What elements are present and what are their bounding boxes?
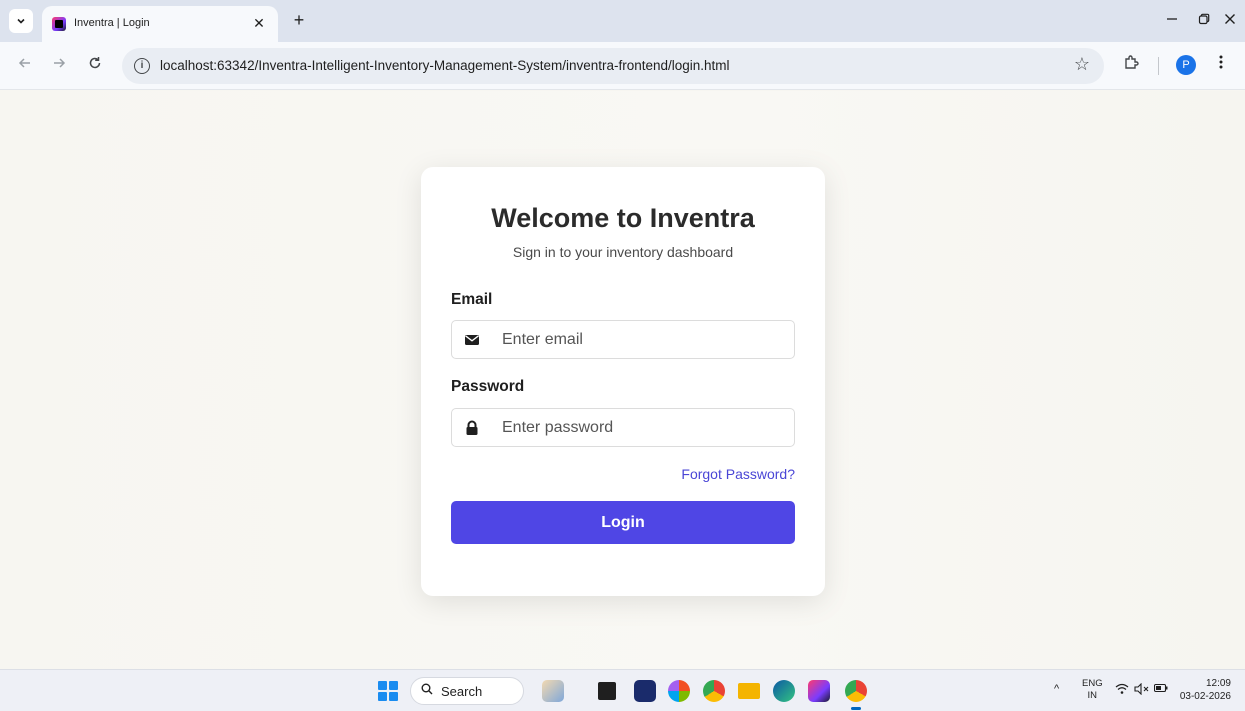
email-label: Email	[451, 291, 493, 308]
taskbar-task-view-icon[interactable]	[598, 682, 616, 700]
forgot-password-link[interactable]: Forgot Password?	[681, 466, 795, 482]
windows-logo-icon	[378, 681, 387, 690]
tab-close-button[interactable]: ✕	[250, 14, 268, 32]
lock-icon	[466, 420, 478, 435]
reload-button[interactable]	[84, 55, 106, 77]
restore-icon	[1198, 13, 1210, 25]
bookmark-star-icon[interactable]: ☆	[1074, 54, 1090, 75]
site-info-icon[interactable]: i	[134, 58, 150, 74]
browser-tab-strip: Inventra | Login ✕ +	[0, 0, 1245, 42]
battery-icon[interactable]	[1153, 683, 1168, 696]
email-field-group	[451, 320, 795, 359]
taskbar-store-icon[interactable]	[634, 680, 656, 702]
tray-time: 12:09	[1205, 678, 1231, 689]
envelope-icon	[465, 335, 479, 345]
minimize-window-button[interactable]	[1161, 10, 1183, 32]
more-vertical-icon	[1219, 55, 1223, 69]
chevron-down-icon	[17, 18, 25, 24]
restore-window-button[interactable]	[1193, 10, 1215, 32]
reload-icon	[89, 57, 101, 69]
tab-search-button[interactable]	[9, 9, 33, 33]
tray-language-code: ENG	[1082, 678, 1103, 689]
taskbar-search-label: Search	[441, 684, 483, 699]
taskbar-widgets-icon[interactable]	[542, 680, 564, 702]
close-window-button[interactable]	[1219, 10, 1241, 32]
login-card: Welcome to Inventra Sign in to your inve…	[421, 167, 825, 596]
extensions-button[interactable]	[1120, 54, 1142, 76]
taskbar-edge-icon[interactable]	[773, 680, 795, 702]
app-favicon-icon	[52, 17, 66, 31]
tray-overflow-chevron-icon[interactable]: ^	[1054, 683, 1059, 695]
taskbar-ide-icon[interactable]	[808, 680, 830, 702]
taskbar-file-explorer-icon[interactable]	[738, 683, 760, 699]
tray-clock[interactable]: 12:09 03-02-2026	[1176, 677, 1231, 703]
minimize-icon	[1167, 18, 1177, 20]
address-bar-url[interactable]: localhost:63342/Inventra-Intelligent-Inv…	[160, 58, 730, 73]
arrow-right-icon	[54, 58, 66, 68]
taskbar-copilot-icon[interactable]	[668, 680, 690, 702]
tab-title: Inventra | Login	[74, 17, 150, 29]
taskbar-search[interactable]: Search	[410, 677, 524, 705]
wifi-icon[interactable]	[1115, 683, 1129, 698]
browser-menu-button[interactable]	[1210, 54, 1232, 76]
new-tab-button[interactable]: +	[288, 9, 310, 31]
taskbar-chrome-active-icon[interactable]	[845, 680, 867, 710]
profile-avatar[interactable]: P	[1176, 55, 1196, 75]
windows-taskbar: Search ^ ENG IN 12:09 03-02-2026	[0, 669, 1245, 711]
tray-language[interactable]: ENG IN	[1082, 678, 1103, 702]
password-input[interactable]	[502, 409, 788, 446]
email-input[interactable]	[502, 321, 788, 358]
tray-language-region: IN	[1087, 690, 1098, 701]
login-title: Welcome to Inventra	[491, 203, 755, 233]
login-subtitle: Sign in to your inventory dashboard	[512, 244, 734, 260]
tray-date: 03-02-2026	[1179, 691, 1231, 702]
page-background: Welcome to Inventra Sign in to your inve…	[0, 91, 1245, 669]
back-button[interactable]	[14, 55, 36, 77]
password-field-group	[451, 408, 795, 447]
password-label: Password	[451, 378, 525, 395]
taskbar-chrome-icon[interactable]	[703, 680, 725, 702]
search-icon	[421, 683, 433, 698]
browser-tab-active[interactable]: Inventra | Login ✕	[42, 6, 278, 42]
arrow-left-icon	[18, 58, 30, 68]
forward-button[interactable]	[48, 55, 70, 77]
toolbar-separator	[1158, 57, 1159, 75]
start-button[interactable]	[378, 681, 398, 701]
puzzle-icon	[1125, 55, 1139, 69]
address-bar[interactable]: i localhost:63342/Inventra-Intelligent-I…	[122, 48, 1104, 84]
login-button[interactable]: Login	[451, 501, 795, 544]
volume-muted-icon[interactable]	[1134, 682, 1150, 698]
close-icon	[1225, 14, 1235, 24]
browser-toolbar: i localhost:63342/Inventra-Intelligent-I…	[0, 42, 1245, 90]
